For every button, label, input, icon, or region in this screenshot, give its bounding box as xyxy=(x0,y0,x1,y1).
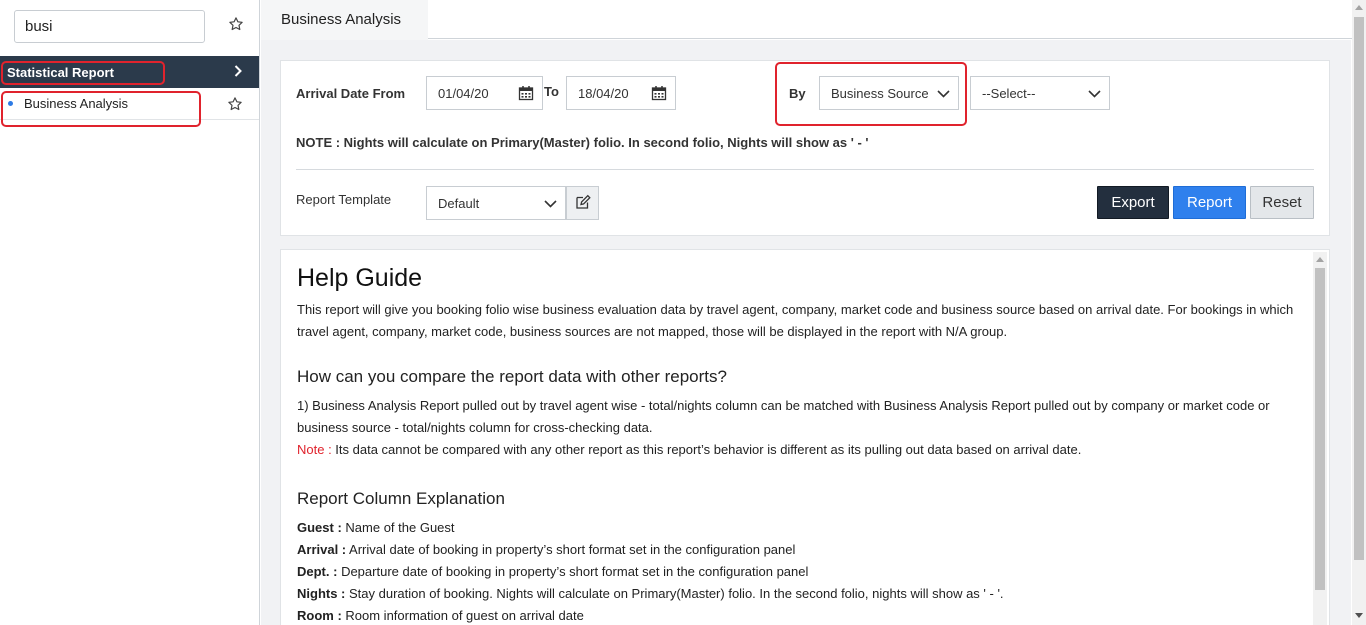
edit-icon xyxy=(575,194,591,213)
column-desc: Name of the Guest xyxy=(341,520,455,535)
column-name: Room : xyxy=(297,608,342,623)
help-guide-panel: Help Guide This report will give you boo… xyxy=(280,249,1330,625)
by-select[interactable]: Business Source xyxy=(819,76,959,110)
chevron-down-icon xyxy=(937,87,950,102)
column-row: Dept. : Departure date of booking in pro… xyxy=(297,561,1313,583)
help-intro: This report will give you booking folio … xyxy=(297,302,1294,339)
scroll-thumb[interactable] xyxy=(1354,17,1364,560)
by-select-value: Business Source xyxy=(831,85,929,101)
edit-template-button[interactable] xyxy=(566,186,599,220)
section-label: Statistical Report xyxy=(7,64,114,80)
arrival-from-date-field[interactable]: 01/04/20 xyxy=(426,76,543,110)
filter-panel: Arrival Date From 01/04/20 To 18/04/20 B… xyxy=(280,60,1330,236)
scroll-up-arrow-icon[interactable] xyxy=(1355,5,1363,10)
page-scrollbar[interactable] xyxy=(1352,0,1366,625)
column-row: Guest : Name of the Guest xyxy=(297,517,1313,539)
column-desc: Arrival date of booking in property’s sh… xyxy=(346,542,796,557)
search-input[interactable] xyxy=(14,10,205,43)
sidebar-item-label: Business Analysis xyxy=(24,96,129,111)
column-row: Nights : Stay duration of booking. Night… xyxy=(297,583,1313,605)
report-template-label: Report Template xyxy=(296,192,392,207)
note-label: Note : xyxy=(297,442,332,457)
chevron-right-icon xyxy=(233,64,243,81)
scroll-down-arrow-icon[interactable] xyxy=(1355,613,1363,618)
reset-button[interactable]: Reset xyxy=(1250,186,1314,219)
star-icon[interactable] xyxy=(226,14,246,34)
bullet-icon xyxy=(8,101,13,106)
export-button[interactable]: Export xyxy=(1097,186,1169,219)
star-icon[interactable] xyxy=(225,94,245,114)
columns-heading: Report Column Explanation xyxy=(297,489,505,508)
compare-note: Note : Its data cannot be compared with … xyxy=(297,439,1297,461)
calendar-icon[interactable] xyxy=(518,85,534,104)
divider xyxy=(296,169,1314,170)
column-row: Room : Room information of guest on arri… xyxy=(297,605,1313,625)
by-label: By xyxy=(789,86,806,101)
calendar-icon[interactable] xyxy=(651,85,667,104)
tab-label: Business Analysis xyxy=(281,11,402,28)
tab-bar: Business Analysis xyxy=(261,0,1352,40)
sidebar-item-business-analysis[interactable]: Business Analysis xyxy=(0,88,259,120)
column-desc: Departure date of booking in property’s … xyxy=(337,564,809,579)
to-label: To xyxy=(544,84,559,99)
scroll-up-arrow-icon[interactable] xyxy=(1316,257,1324,262)
column-name: Arrival : xyxy=(297,542,347,557)
chevron-down-icon xyxy=(1088,87,1101,102)
compare-heading: How can you compare the report data with… xyxy=(297,367,727,386)
chevron-down-icon xyxy=(544,197,557,212)
nights-note: NOTE : Nights will calculate on Primary(… xyxy=(296,135,869,150)
report-template-value: Default xyxy=(438,195,480,211)
arrival-from-label: Arrival Date From xyxy=(296,86,406,101)
compare-text: 1) Business Analysis Report pulled out b… xyxy=(297,398,1270,435)
secondary-select-value: --Select-- xyxy=(982,85,1036,101)
report-button[interactable]: Report xyxy=(1173,186,1246,219)
tab-business-analysis[interactable]: Business Analysis xyxy=(261,0,428,40)
report-template-select[interactable]: Default xyxy=(426,186,566,220)
column-desc: Room information of guest on arrival dat… xyxy=(341,608,584,623)
column-name: Guest : xyxy=(297,520,342,535)
column-desc: Stay duration of booking. Nights will ca… xyxy=(345,586,1004,601)
sidebar-section-statistical-report[interactable]: Statistical Report xyxy=(0,56,259,88)
column-name: Nights : xyxy=(297,586,346,601)
main-content: Arrival Date From 01/04/20 To 18/04/20 B… xyxy=(261,40,1351,625)
arrival-to-value: 18/04/20 xyxy=(578,85,629,101)
sidebar: Statistical Report Business Analysis xyxy=(0,0,260,625)
note-text: Its data cannot be compared with any oth… xyxy=(331,442,1082,457)
help-scrollbar[interactable] xyxy=(1313,252,1327,625)
column-row: Arrival : Arrival date of booking in pro… xyxy=(297,539,1313,561)
secondary-select[interactable]: --Select-- xyxy=(970,76,1110,110)
arrival-from-value: 01/04/20 xyxy=(438,85,489,101)
help-title: Help Guide xyxy=(297,264,423,292)
scroll-thumb[interactable] xyxy=(1315,268,1325,590)
arrival-to-date-field[interactable]: 18/04/20 xyxy=(566,76,676,110)
column-name: Dept. : xyxy=(297,564,338,579)
